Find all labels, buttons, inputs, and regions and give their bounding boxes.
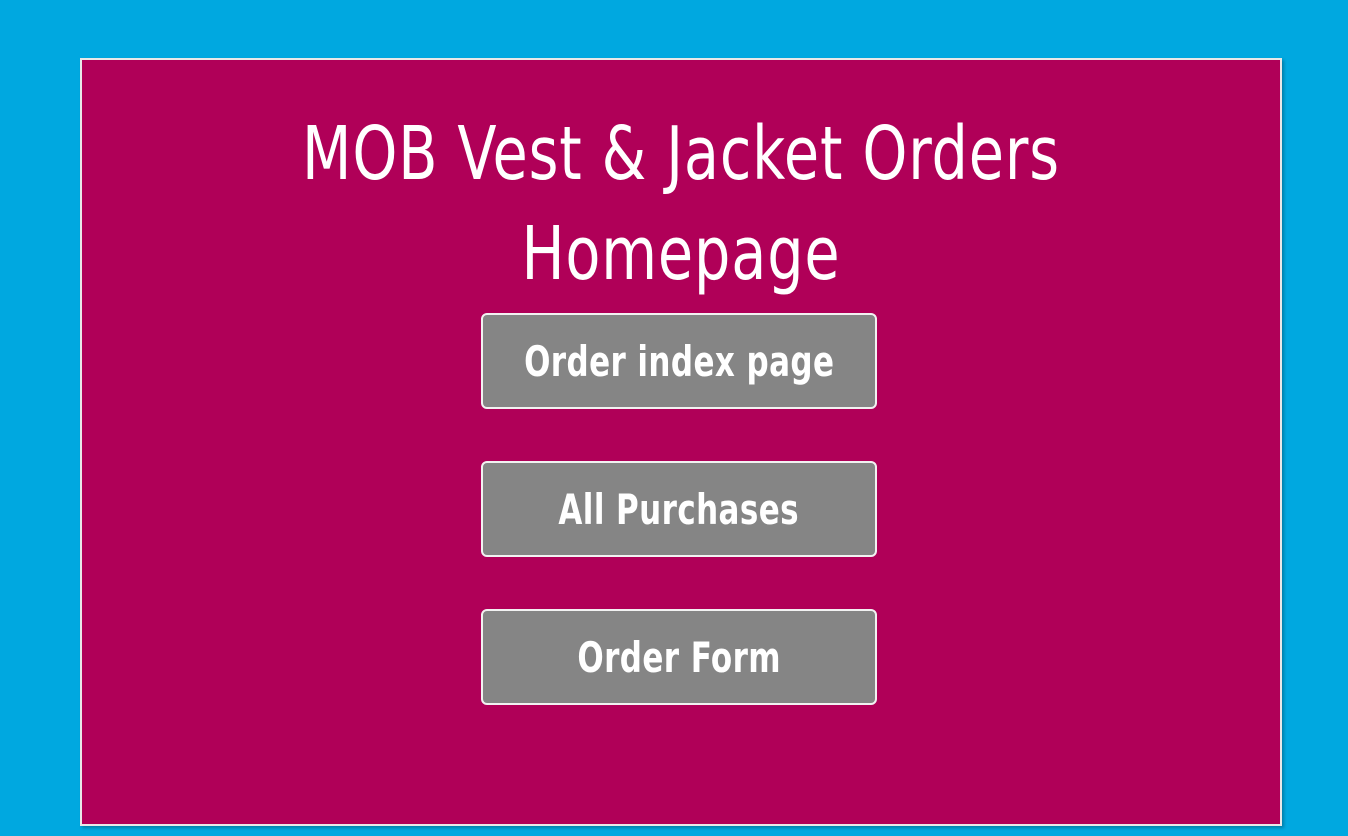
all-purchases-button[interactable]: All Purchases bbox=[481, 461, 877, 557]
order-index-page-button[interactable]: Order index page bbox=[481, 313, 877, 409]
order-form-button-label: Order Form bbox=[577, 632, 781, 682]
order-form-button[interactable]: Order Form bbox=[481, 609, 877, 705]
all-purchases-button-label: All Purchases bbox=[558, 484, 800, 534]
main-panel: MOB Vest & Jacket Orders Homepage Order … bbox=[80, 58, 1282, 826]
page-title-line-1: MOB Vest & Jacket Orders bbox=[302, 111, 1060, 197]
page-background: MOB Vest & Jacket Orders Homepage Order … bbox=[0, 0, 1348, 836]
order-index-page-button-label: Order index page bbox=[523, 336, 835, 386]
page-title: MOB Vest & Jacket Orders Homepage bbox=[166, 104, 1196, 304]
page-title-line-2: Homepage bbox=[521, 211, 841, 297]
